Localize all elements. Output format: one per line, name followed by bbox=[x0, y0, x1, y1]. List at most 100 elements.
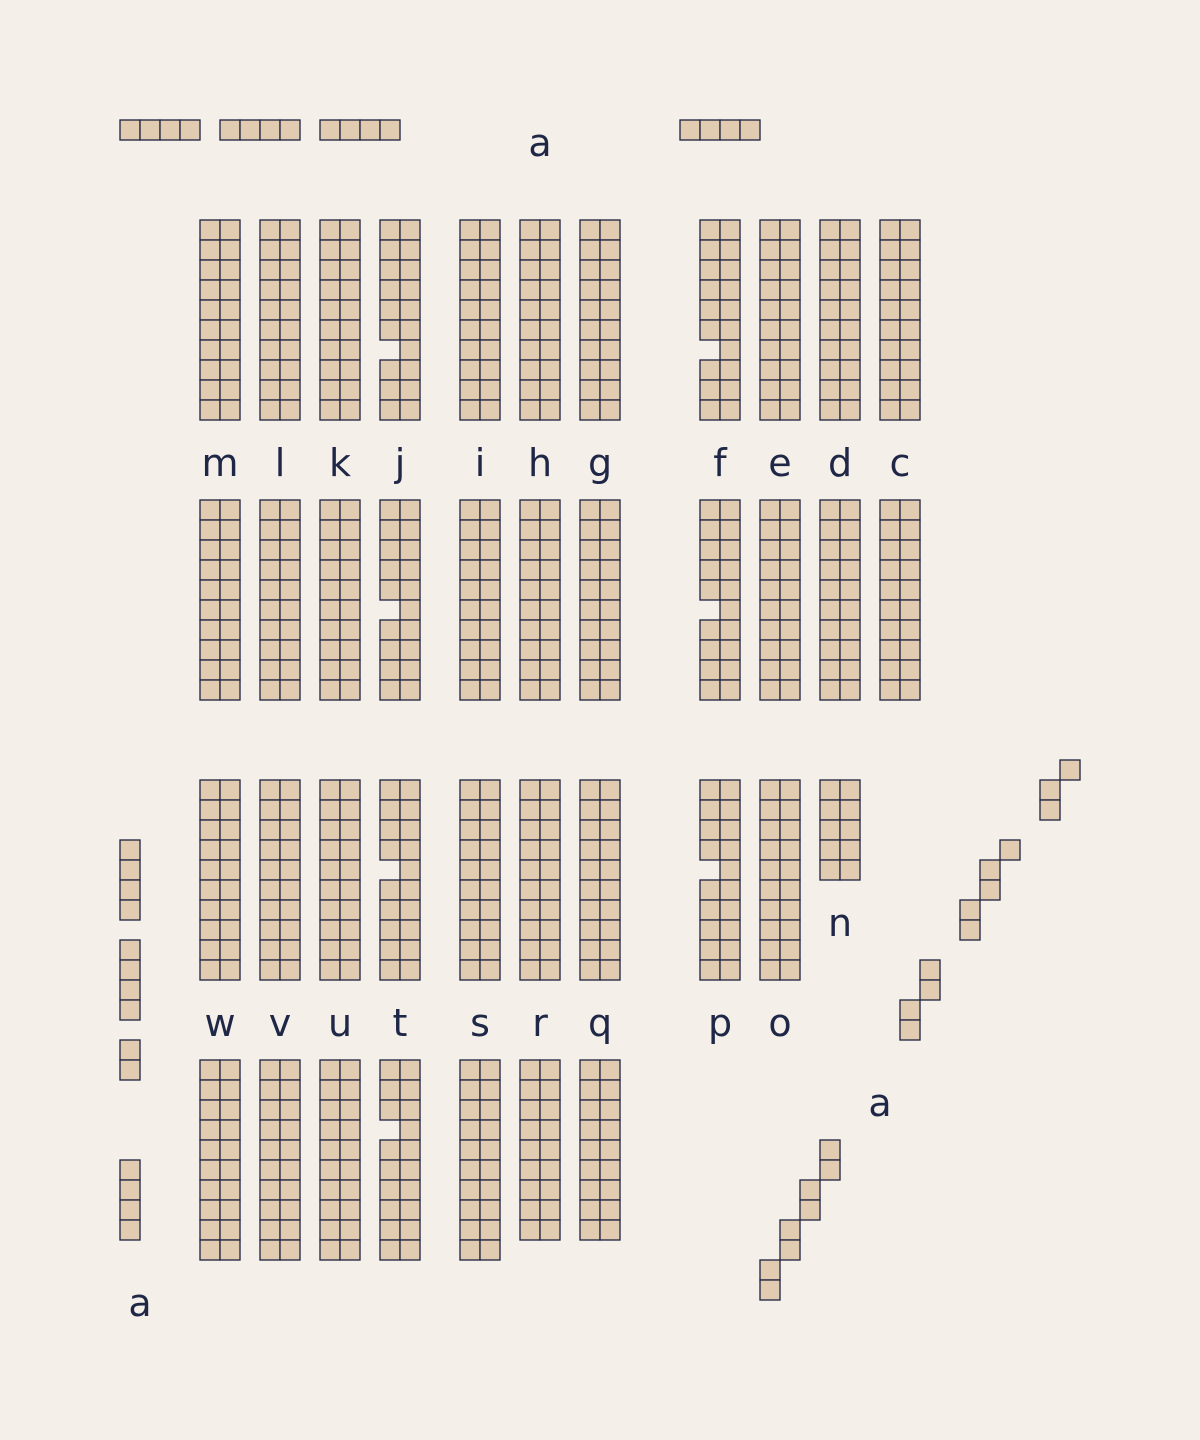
seat-row-f[interactable] bbox=[699, 539, 721, 561]
seat-row-q[interactable] bbox=[579, 879, 601, 901]
seat-section-a-right[interactable] bbox=[979, 879, 1001, 901]
seat-row-l[interactable] bbox=[279, 639, 301, 661]
seat-row-t[interactable] bbox=[399, 1239, 421, 1261]
seat-row-g[interactable] bbox=[599, 579, 621, 601]
seat-row-m[interactable] bbox=[219, 559, 241, 581]
seat-row-u[interactable] bbox=[339, 1079, 361, 1101]
seat-row-w[interactable] bbox=[219, 1139, 241, 1161]
seat-row-u[interactable] bbox=[319, 1179, 341, 1201]
seat-row-d[interactable] bbox=[839, 359, 861, 381]
seat-row-d[interactable] bbox=[819, 379, 841, 401]
seat-section-a-left[interactable] bbox=[119, 1179, 141, 1201]
seat-row-h[interactable] bbox=[519, 219, 541, 241]
seat-row-g[interactable] bbox=[579, 559, 601, 581]
seat-row-f[interactable] bbox=[699, 499, 721, 521]
seat-row-m[interactable] bbox=[219, 379, 241, 401]
seat-row-k[interactable] bbox=[339, 299, 361, 321]
seat-row-v[interactable] bbox=[279, 1179, 301, 1201]
seat-row-g[interactable] bbox=[579, 399, 601, 421]
seat-row-p[interactable] bbox=[719, 879, 741, 901]
seat-row-s[interactable] bbox=[479, 1199, 501, 1221]
seat-row-d[interactable] bbox=[839, 619, 861, 641]
seat-row-s[interactable] bbox=[459, 1159, 481, 1181]
seat-row-o[interactable] bbox=[759, 919, 781, 941]
seat-row-r[interactable] bbox=[539, 899, 561, 921]
seat-row-p[interactable] bbox=[719, 799, 741, 821]
seat-row-f[interactable] bbox=[719, 319, 741, 341]
seat-row-k[interactable] bbox=[339, 499, 361, 521]
seat-row-w[interactable] bbox=[199, 1059, 221, 1081]
seat-row-w[interactable] bbox=[219, 779, 241, 801]
seat-row-k[interactable] bbox=[339, 379, 361, 401]
seat-row-o[interactable] bbox=[759, 779, 781, 801]
seat-row-h[interactable] bbox=[539, 239, 561, 261]
seat-row-e[interactable] bbox=[759, 519, 781, 541]
seat-row-q[interactable] bbox=[579, 819, 601, 841]
seat-row-p[interactable] bbox=[719, 779, 741, 801]
seat-row-w[interactable] bbox=[199, 1159, 221, 1181]
seat-row-v[interactable] bbox=[279, 1099, 301, 1121]
seat-row-l[interactable] bbox=[279, 519, 301, 541]
seat-row-t[interactable] bbox=[379, 1239, 401, 1261]
seat-row-u[interactable] bbox=[339, 1159, 361, 1181]
seat-row-j[interactable] bbox=[379, 379, 401, 401]
seat-row-m[interactable] bbox=[199, 639, 221, 661]
seat-row-w[interactable] bbox=[219, 839, 241, 861]
seat-row-s[interactable] bbox=[459, 1139, 481, 1161]
seat-row-f[interactable] bbox=[719, 559, 741, 581]
seat-row-i[interactable] bbox=[479, 499, 501, 521]
seat-row-j[interactable] bbox=[379, 319, 401, 341]
seat-row-q[interactable] bbox=[579, 1099, 601, 1121]
seat-row-i[interactable] bbox=[479, 319, 501, 341]
seat-row-m[interactable] bbox=[199, 339, 221, 361]
seat-row-t[interactable] bbox=[379, 879, 401, 901]
seat-row-r[interactable] bbox=[519, 919, 541, 941]
seat-row-g[interactable] bbox=[599, 619, 621, 641]
seat-row-c[interactable] bbox=[899, 639, 921, 661]
seat-row-e[interactable] bbox=[759, 499, 781, 521]
seat-row-j[interactable] bbox=[399, 559, 421, 581]
seat-row-d[interactable] bbox=[839, 599, 861, 621]
seat-row-i[interactable] bbox=[459, 679, 481, 701]
seat-row-v[interactable] bbox=[279, 1219, 301, 1241]
seat-row-k[interactable] bbox=[339, 539, 361, 561]
seat-row-k[interactable] bbox=[319, 219, 341, 241]
seat-row-j[interactable] bbox=[379, 539, 401, 561]
seat-row-i[interactable] bbox=[479, 339, 501, 361]
seat-row-l[interactable] bbox=[279, 599, 301, 621]
seat-section-a-right[interactable] bbox=[799, 1199, 821, 1221]
seat-row-l[interactable] bbox=[279, 579, 301, 601]
seat-row-q[interactable] bbox=[579, 959, 601, 981]
seat-row-o[interactable] bbox=[779, 859, 801, 881]
seat-row-u[interactable] bbox=[319, 1059, 341, 1081]
seat-row-h[interactable] bbox=[539, 499, 561, 521]
seat-row-g[interactable] bbox=[599, 639, 621, 661]
seat-row-s[interactable] bbox=[459, 1219, 481, 1241]
seat-row-s[interactable] bbox=[459, 859, 481, 881]
seat-row-s[interactable] bbox=[479, 919, 501, 941]
seat-row-i[interactable] bbox=[479, 379, 501, 401]
seat-section-a-right[interactable] bbox=[1059, 759, 1081, 781]
seat-row-o[interactable] bbox=[779, 919, 801, 941]
seat-row-o[interactable] bbox=[779, 959, 801, 981]
seat-section-a-top[interactable] bbox=[359, 119, 381, 141]
seat-row-g[interactable] bbox=[599, 319, 621, 341]
seat-row-g[interactable] bbox=[579, 319, 601, 341]
seat-row-j[interactable] bbox=[399, 379, 421, 401]
seat-row-d[interactable] bbox=[839, 399, 861, 421]
seat-row-k[interactable] bbox=[319, 399, 341, 421]
seat-row-l[interactable] bbox=[279, 299, 301, 321]
seat-row-u[interactable] bbox=[339, 1099, 361, 1121]
seat-row-k[interactable] bbox=[319, 659, 341, 681]
seat-row-j[interactable] bbox=[399, 239, 421, 261]
seat-row-f[interactable] bbox=[699, 239, 721, 261]
seat-row-m[interactable] bbox=[219, 539, 241, 561]
seat-row-t[interactable] bbox=[399, 1159, 421, 1181]
seat-row-u[interactable] bbox=[339, 919, 361, 941]
seat-row-c[interactable] bbox=[899, 259, 921, 281]
seat-row-i[interactable] bbox=[479, 219, 501, 241]
seat-row-u[interactable] bbox=[339, 859, 361, 881]
seat-row-f[interactable] bbox=[699, 399, 721, 421]
seat-row-f[interactable] bbox=[719, 499, 741, 521]
seat-row-c[interactable] bbox=[899, 519, 921, 541]
